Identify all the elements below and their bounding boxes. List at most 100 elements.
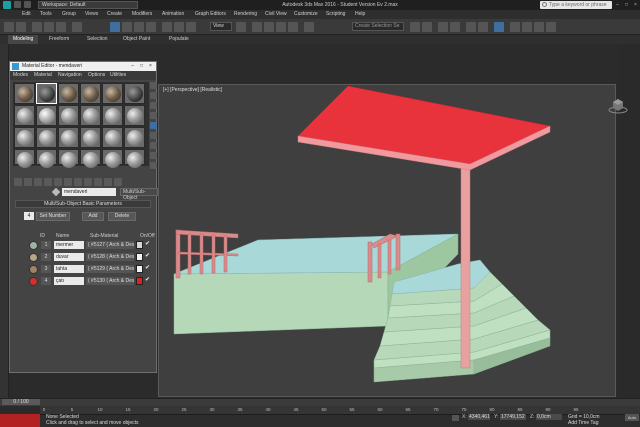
open-icon[interactable] (14, 1, 21, 8)
scene-render[interactable] (158, 84, 616, 397)
tab-modeling[interactable]: Modeling (8, 35, 39, 44)
time-slider-handle[interactable]: 0 / 100 (2, 399, 40, 405)
percent-snap-icon[interactable] (276, 22, 286, 32)
x-coord-field[interactable]: 4340,461 (468, 414, 490, 420)
submaterial-name-field[interactable]: çatı (54, 277, 84, 285)
basic-parameters-rollout[interactable]: Multi/Sub-Object Basic Parameters (15, 200, 151, 208)
submaterial-swatch[interactable] (29, 253, 38, 262)
tab-selection[interactable]: Selection (82, 35, 113, 44)
sample-slot[interactable] (124, 105, 145, 126)
menu-help[interactable]: Help (355, 10, 365, 19)
sample-slot[interactable] (80, 127, 101, 148)
sample-slot[interactable] (80, 83, 101, 104)
select-by-name-icon[interactable] (122, 22, 132, 32)
sample-slot[interactable] (14, 105, 35, 126)
unlink-icon[interactable] (44, 22, 54, 32)
sample-slot[interactable] (102, 149, 123, 168)
me-menu-utilities[interactable]: Utilities (110, 71, 126, 80)
sample-slot[interactable] (102, 105, 123, 126)
layer-icon[interactable] (438, 22, 448, 32)
me-menu-material[interactable]: Material (34, 71, 52, 80)
me-maximize-button[interactable]: □ (137, 62, 146, 71)
render-icon[interactable] (534, 22, 544, 32)
submaterial-id[interactable]: 4 (41, 277, 51, 285)
close-button[interactable]: × (631, 0, 640, 10)
y-coord-field[interactable]: 17749,152 (500, 414, 526, 420)
submaterial-on-checkbox[interactable]: ✔ (145, 265, 152, 272)
col-header-name[interactable]: Name (56, 233, 69, 239)
tab-object-paint[interactable]: Object Paint (118, 35, 155, 44)
material-navigator-icon[interactable] (150, 162, 157, 169)
save-icon[interactable] (24, 1, 31, 8)
col-header-sub-material[interactable]: Sub-Material (90, 233, 118, 239)
show-in-viewport-icon[interactable] (84, 178, 92, 186)
mirror-icon[interactable] (410, 22, 420, 32)
sample-slot[interactable] (14, 127, 35, 148)
submaterial-on-checkbox[interactable]: ✔ (145, 277, 152, 284)
sample-slot[interactable] (36, 149, 57, 168)
render-production-icon[interactable] (546, 22, 556, 32)
add-button[interactable]: Add (82, 212, 104, 221)
rotate-icon[interactable] (174, 22, 184, 32)
named-selection-dropdown[interactable]: Create Selection Se (352, 22, 404, 31)
menu-create[interactable]: Create (107, 10, 122, 19)
sample-slot[interactable] (58, 149, 79, 168)
undo-icon[interactable] (4, 22, 14, 32)
help-search-input[interactable]: Type a keyword or phrase (540, 1, 612, 9)
edit-named-selection-icon[interactable] (304, 22, 314, 32)
submaterial-button[interactable]: ( #5128 ( Arch & Design ) ) (86, 253, 134, 261)
minimize-button[interactable]: – (613, 0, 622, 10)
submaterial-swatch[interactable] (29, 241, 38, 250)
put-to-library-icon[interactable] (64, 178, 72, 186)
menu-modifiers[interactable]: Modifiers (132, 10, 152, 19)
me-close-button[interactable]: × (146, 62, 155, 71)
select-object-icon[interactable] (110, 22, 120, 32)
material-type-button[interactable]: Multi/Sub-Object (120, 188, 158, 201)
curve-editor-icon[interactable] (466, 22, 476, 32)
submaterial-name-field[interactable]: duvar (54, 253, 84, 261)
menu-rendering[interactable]: Rendering (234, 10, 257, 19)
submaterial-on-checkbox[interactable]: ✔ (145, 241, 152, 248)
show-end-result-icon[interactable] (94, 178, 102, 186)
submaterial-button[interactable]: ( #5130 ( Arch & Design ) ) (86, 277, 134, 285)
put-to-scene-icon[interactable] (24, 178, 32, 186)
menu-civil-view[interactable]: Civil View (265, 10, 287, 19)
get-material-icon[interactable] (14, 178, 22, 186)
workspace-dropdown[interactable]: Workspace: Default (38, 1, 138, 9)
sample-slot[interactable] (58, 83, 79, 104)
go-forward-sibling-icon[interactable] (114, 178, 122, 186)
menu-graph-editors[interactable]: Graph Editors (195, 10, 226, 19)
me-menu-options[interactable]: Options (88, 71, 105, 80)
col-header-id[interactable]: ID (40, 233, 45, 239)
me-menu-navigation[interactable]: Navigation (58, 71, 82, 80)
sample-slot[interactable] (102, 83, 123, 104)
sample-slot[interactable] (36, 127, 57, 148)
me-minimize-button[interactable]: – (128, 62, 137, 71)
submaterial-color[interactable] (136, 241, 143, 249)
submaterial-swatch[interactable] (29, 265, 38, 274)
set-number-button[interactable]: Set Number (36, 212, 70, 221)
sample-slot[interactable] (80, 149, 101, 168)
submaterial-id[interactable]: 2 (41, 253, 51, 261)
window-crossing-icon[interactable] (146, 22, 156, 32)
selection-filter-icon[interactable] (72, 22, 82, 32)
delete-button[interactable]: Delete (108, 212, 136, 221)
add-time-tag[interactable]: Add Time Tag (568, 420, 598, 427)
z-coord-field[interactable]: 0,0cm (536, 414, 562, 420)
tab-populate[interactable]: Populate (164, 35, 194, 44)
submaterial-name-field[interactable]: mermer (54, 241, 84, 249)
redo-icon[interactable] (16, 22, 26, 32)
set-number-value[interactable]: 4 (24, 212, 34, 220)
sample-slot[interactable] (124, 149, 145, 168)
submaterial-id[interactable]: 3 (41, 265, 51, 273)
menu-customize[interactable]: Customize (294, 10, 318, 19)
sample-slot[interactable] (124, 83, 145, 104)
sample-slot[interactable] (58, 105, 79, 126)
go-to-parent-icon[interactable] (104, 178, 112, 186)
select-by-material-icon[interactable] (150, 152, 157, 159)
sample-slot[interactable] (58, 127, 79, 148)
bind-spacewarp-icon[interactable] (56, 22, 66, 32)
schematic-view-icon[interactable] (478, 22, 488, 32)
uv-tiling-icon[interactable] (150, 112, 157, 119)
lock-selection-icon[interactable] (452, 415, 459, 421)
